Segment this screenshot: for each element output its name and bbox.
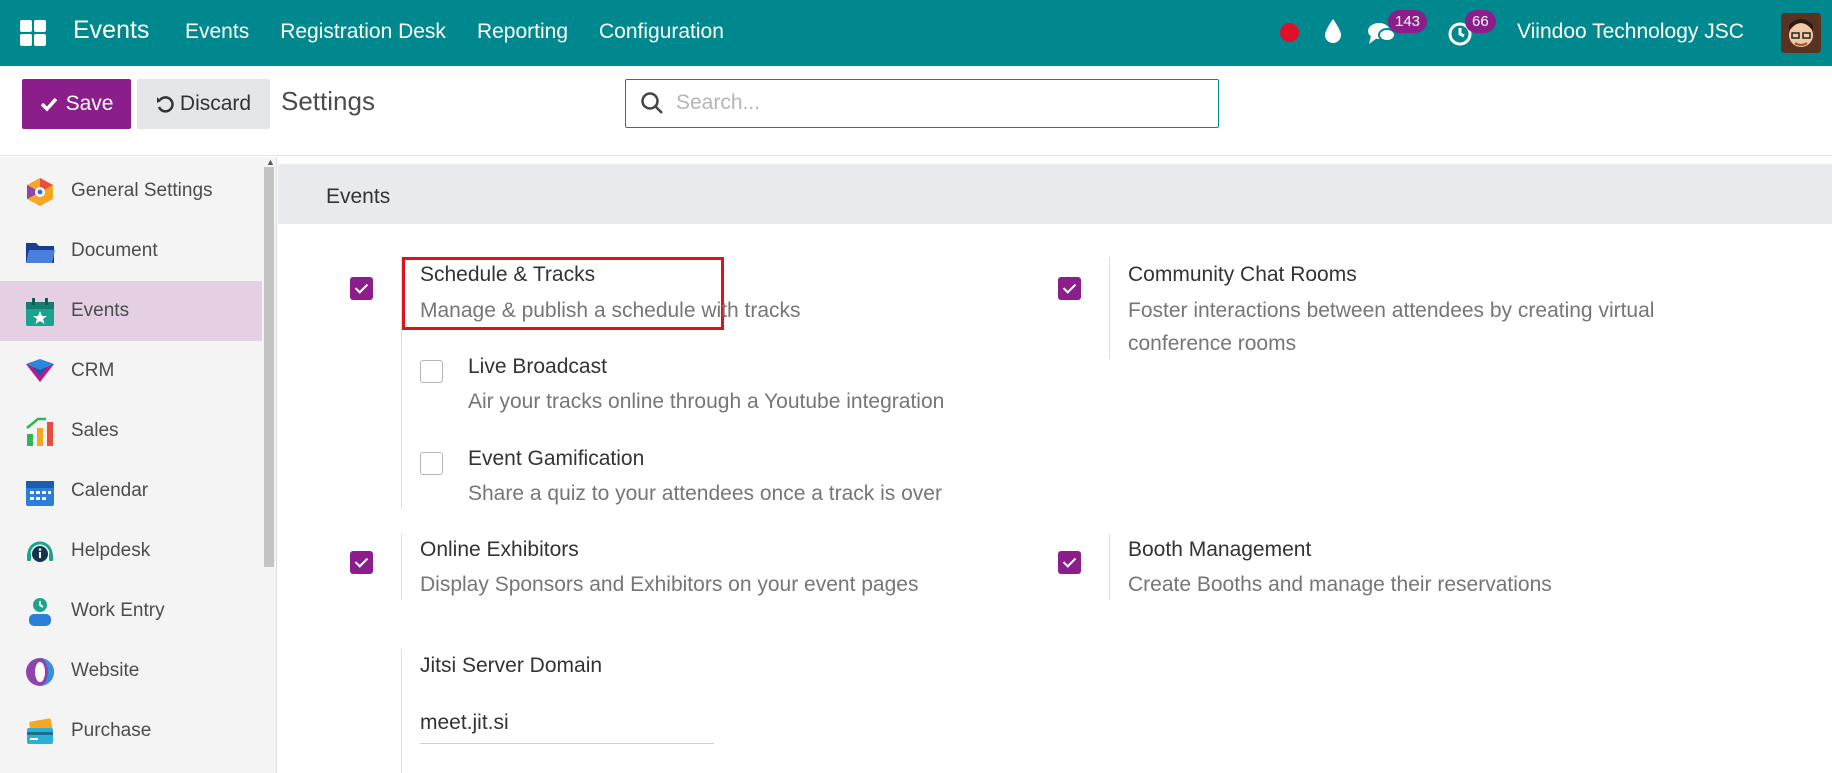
sidebar-label-website: Website — [71, 660, 140, 681]
undo-icon — [156, 96, 174, 113]
sidebar-label-helpdesk: Helpdesk — [71, 540, 151, 561]
sidebar-label-crm: CRM — [71, 360, 115, 381]
headset-icon — [24, 536, 56, 568]
website-icon — [24, 656, 56, 688]
scroll-up-arrow[interactable]: ▲ — [266, 157, 275, 167]
credit-card-icon — [24, 716, 56, 748]
sidebar-item-purchase[interactable]: Purchase — [0, 701, 262, 761]
sidebar-label-sales: Sales — [71, 420, 119, 441]
general-settings-icon — [24, 176, 56, 208]
search-box — [625, 79, 1219, 128]
sidebar-label-document: Document — [71, 240, 158, 261]
calendar-icon — [24, 476, 56, 508]
sidebar-item-document[interactable]: Document — [0, 221, 262, 281]
folder-icon — [24, 236, 56, 268]
main-menu: Events Registration Desk Reporting Confi… — [185, 20, 724, 44]
user-avatar[interactable] — [1781, 13, 1821, 53]
community-chat-rooms-desc: Foster interactions between attendees by… — [1128, 299, 1655, 355]
booth-management-checkbox[interactable] — [1058, 551, 1081, 574]
schedule-tracks-title: Schedule & Tracks — [420, 263, 596, 286]
online-exhibitors-checkbox[interactable] — [350, 551, 373, 574]
calendar-star-icon — [24, 296, 56, 328]
online-exhibitors-desc: Display Sponsors and Exhibitors on your … — [420, 573, 919, 596]
live-broadcast-title: Live Broadcast — [468, 355, 607, 378]
work-entry-icon — [24, 596, 56, 628]
jitsi-domain-input[interactable]: meet.jit.si — [420, 709, 714, 744]
sidebar-item-general-settings[interactable]: General Settings — [0, 161, 262, 221]
activity-count-badge: 66 — [1465, 10, 1496, 33]
save-label: Save — [65, 92, 114, 115]
booth-management-title: Booth Management — [1128, 538, 1312, 561]
page-title: Settings — [281, 86, 375, 116]
discard-button[interactable]: Discard — [137, 79, 270, 129]
top-navbar: Events Events Registration Desk Reportin… — [0, 0, 1832, 66]
schedule-tracks-desc: Manage & publish a schedule with tracks — [420, 299, 801, 322]
sidebar-item-sales[interactable]: Sales — [0, 401, 262, 461]
menu-item-configuration[interactable]: Configuration — [599, 20, 724, 44]
menu-item-reporting[interactable]: Reporting — [477, 20, 568, 44]
sidebar-label-general-settings: General Settings — [71, 180, 213, 201]
apps-menu-icon[interactable] — [20, 20, 46, 46]
section-title: Events — [326, 185, 391, 208]
jitsi-domain-label: Jitsi Server Domain — [420, 654, 603, 677]
divider — [1109, 257, 1110, 359]
sidebar-label-work-entry: Work Entry — [71, 600, 165, 621]
menu-item-events[interactable]: Events — [185, 20, 249, 44]
booth-management-desc: Create Booths and manage their reservati… — [1128, 573, 1552, 596]
sidebar-item-events[interactable]: Events — [0, 281, 262, 341]
divider — [401, 534, 402, 600]
sidebar-item-calendar[interactable]: Calendar — [0, 461, 262, 521]
sidebar-item-crm[interactable]: CRM — [0, 341, 262, 401]
event-gamification-title: Event Gamification — [468, 447, 645, 470]
live-broadcast-desc: Air your tracks online through a Youtube… — [468, 390, 945, 413]
sidebar-label-calendar: Calendar — [71, 480, 149, 501]
discard-label: Discard — [179, 92, 252, 115]
save-button[interactable]: Save — [22, 79, 131, 129]
schedule-tracks-checkbox[interactable] — [350, 277, 373, 300]
search-input[interactable] — [676, 88, 1206, 118]
sales-chart-icon — [24, 416, 56, 448]
divider — [401, 649, 402, 773]
live-broadcast-checkbox[interactable] — [420, 360, 443, 383]
divider — [1109, 534, 1110, 600]
control-panel: Save Discard Settings — [0, 66, 1832, 156]
search-icon — [640, 91, 664, 120]
record-icon[interactable] — [1280, 23, 1299, 42]
settings-sidebar: General Settings Document Events CRM Sal… — [0, 157, 277, 773]
sidebar-label-events: Events — [71, 300, 130, 321]
check-icon — [40, 97, 57, 112]
crm-icon — [24, 356, 56, 388]
chat-count-badge: 143 — [1388, 10, 1428, 33]
menu-item-registration-desk[interactable]: Registration Desk — [280, 20, 446, 44]
community-chat-rooms-title: Community Chat Rooms — [1128, 263, 1357, 286]
sidebar-label-purchase: Purchase — [71, 720, 152, 741]
sidebar-item-website[interactable]: Website — [0, 641, 262, 701]
sidebar-scrollbar[interactable] — [264, 167, 274, 567]
sidebar-item-work-entry[interactable]: Work Entry — [0, 581, 262, 641]
event-gamification-checkbox[interactable] — [420, 452, 443, 475]
online-exhibitors-title: Online Exhibitors — [420, 538, 579, 561]
community-chat-rooms-checkbox[interactable] — [1058, 277, 1081, 300]
event-gamification-desc: Share a quiz to your attendees once a tr… — [468, 482, 942, 505]
sidebar-item-helpdesk[interactable]: Helpdesk — [0, 521, 262, 581]
app-brand[interactable]: Events — [73, 16, 149, 45]
company-switcher[interactable]: Viindoo Technology JSC — [1517, 20, 1744, 44]
drop-icon[interactable] — [1323, 18, 1343, 49]
settings-main: Events Schedule & Tracks Manage & publis… — [278, 157, 1832, 773]
section-header: Events — [278, 164, 1832, 224]
